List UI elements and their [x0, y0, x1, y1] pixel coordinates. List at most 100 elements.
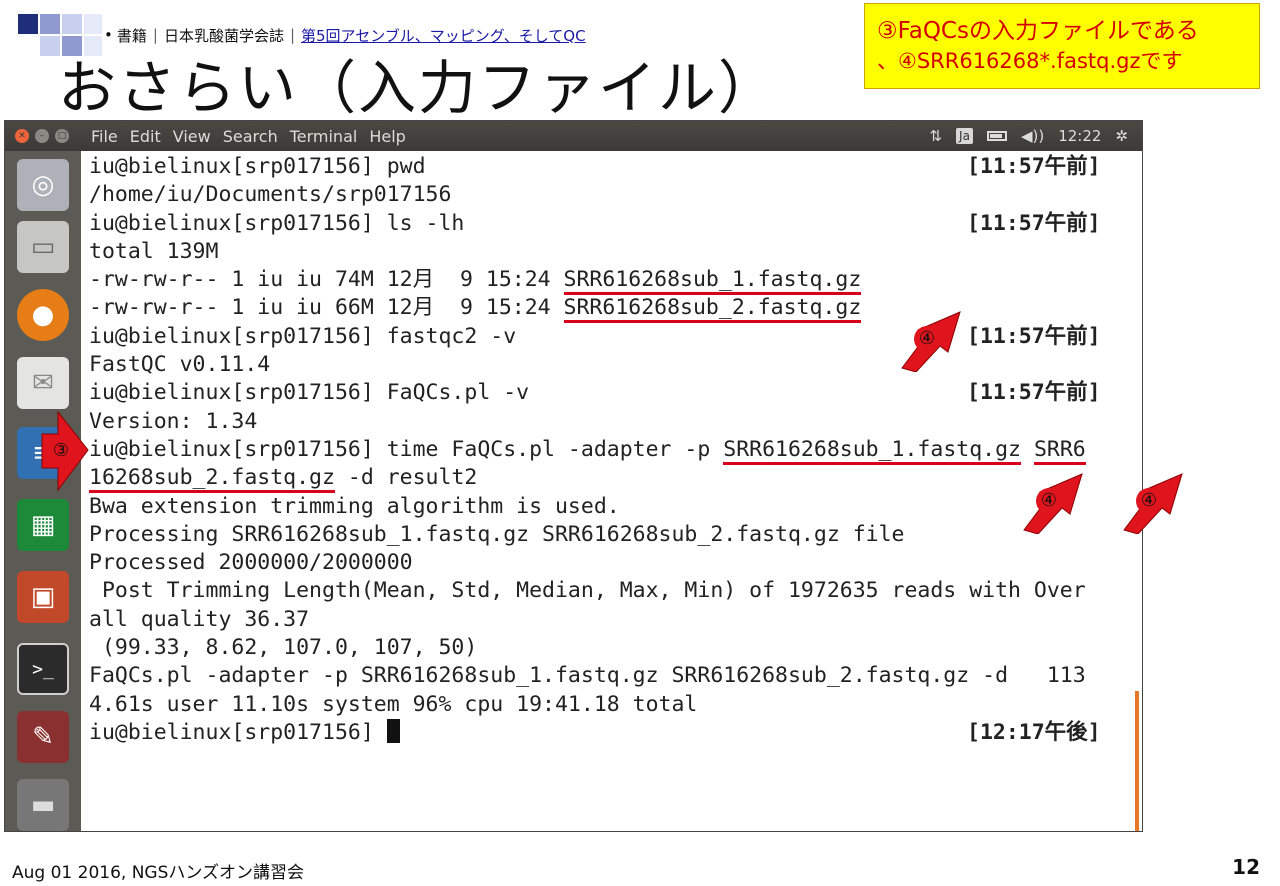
minimize-icon[interactable]: –	[35, 129, 49, 143]
system-indicators: ⇅ Ja ◀)) 12:22 ✲	[929, 121, 1128, 151]
line-text: -d result2	[334, 465, 478, 491]
line-text: total 139M	[89, 238, 219, 264]
ime-indicator[interactable]: Ja	[956, 128, 973, 144]
trash-icon[interactable]: ▬	[17, 779, 69, 831]
underlined-filename: 16268sub_2.fastq.gz	[89, 465, 335, 494]
underlined-filename: SRR616268sub_2.fastq.gz	[563, 295, 862, 324]
line-text: (99.33, 8.62, 107.0, 107, 50)	[89, 635, 478, 661]
clock[interactable]: 12:22	[1058, 127, 1101, 145]
line-text: Bwa extension trimming algorithm is used…	[89, 493, 620, 519]
terminal-line: FastQC v0.11.4	[89, 351, 1137, 379]
callout-box: ③FaQCsの入力ファイルである 、④SRR616268*.fastq.gzです	[864, 3, 1260, 89]
prompt-timestamp: [11:57午前]	[967, 323, 1101, 349]
menu-terminal[interactable]: Terminal	[290, 127, 358, 146]
prompt-timestamp: [11:57午前]	[967, 210, 1101, 236]
menu-help[interactable]: Help	[369, 127, 405, 146]
line-text: FaQCs.pl -adapter -p SRR616268sub_1.fast…	[89, 663, 1086, 689]
files-icon[interactable]: ▭	[17, 221, 69, 273]
terminal-line: 16268sub_2.fastq.gz -d result2	[89, 464, 1137, 494]
impress-icon[interactable]: ▣	[17, 571, 69, 623]
label-3: ③	[48, 438, 74, 464]
calc-icon[interactable]: ▦	[17, 499, 69, 551]
footer: Aug 01 2016, NGSハンズオン講習会	[12, 863, 305, 883]
line-text: Processed 2000000/2000000	[89, 550, 413, 576]
breadcrumb-item: 書籍	[116, 26, 147, 45]
prompt-timestamp: [12:17午後]	[967, 719, 1101, 745]
line-text: iu@bielinux[srp017156] FaQCs.pl -v	[89, 380, 530, 406]
page-number: 12	[1232, 855, 1260, 879]
label-4: ④	[1136, 488, 1162, 514]
terminal-line: total 139M	[89, 238, 1137, 266]
callout-line: ③FaQCsの入力ファイルである	[877, 18, 1199, 44]
line-text: Processing SRR616268sub_1.fastq.gz SRR61…	[89, 521, 905, 547]
line-text: Version: 1.34	[89, 408, 258, 434]
terminal-line: -rw-rw-r-- 1 iu iu 74M 12月 9 15:24 SRR61…	[89, 266, 1137, 296]
line-text: iu@bielinux[srp017156] ls -lh	[89, 210, 465, 236]
line-text: iu@bielinux[srp017156] pwd	[89, 154, 426, 179]
separator: |	[289, 26, 296, 44]
terminal-line: (99.33, 8.62, 107.0, 107, 50)	[89, 634, 1137, 662]
terminal-line: -rw-rw-r-- 1 iu iu 66M 12月 9 15:24 SRR61…	[89, 294, 1137, 324]
top-panel: ✕ – □ File Edit View Search Terminal Hel…	[5, 121, 1142, 151]
terminal-line: FaQCs.pl -adapter -p SRR616268sub_1.fast…	[89, 662, 1137, 690]
slide-decoration	[40, 14, 60, 34]
gear-icon[interactable]: ✲	[1115, 127, 1128, 145]
slide-decoration	[84, 14, 102, 34]
line-text: Post Trimming Length(Mean, Std, Median, …	[89, 578, 1086, 604]
maximize-icon[interactable]: □	[55, 129, 69, 143]
line-text: -rw-rw-r-- 1 iu iu 74M 12月 9 15:24	[89, 267, 564, 293]
menu-bar: File Edit View Search Terminal Help	[91, 127, 406, 146]
breadcrumb: • 書籍 | 日本乳酸菌学会誌 | 第5回アセンブル、マッピング、そしてQC	[104, 22, 586, 48]
close-icon[interactable]: ✕	[15, 129, 29, 143]
prompt-timestamp: [11:57午前]	[967, 380, 1101, 406]
cursor	[386, 718, 400, 743]
terminal-line: all quality 36.37	[89, 606, 1137, 634]
underlined-filename: SRR6	[1033, 436, 1086, 465]
separator: |	[152, 26, 158, 44]
line-text: 4.61s user 11.10s system 96% cpu 19:41.1…	[89, 691, 698, 717]
breadcrumb-item: 日本乳酸菌学会誌	[163, 26, 284, 45]
terminal-line: iu@bielinux[srp017156] fastqc2 -v [11:57午…	[89, 323, 1137, 351]
slide-decoration	[62, 14, 82, 34]
bullet: •	[104, 26, 113, 44]
terminal-line: iu@bielinux[srp017156] ls -lh [11:57午前]	[89, 210, 1137, 238]
line-text	[1021, 437, 1034, 462]
label-4: ④	[914, 326, 940, 352]
breadcrumb-link[interactable]: 第5回アセンブル、マッピング、そしてQC	[301, 25, 586, 46]
terminal-content[interactable]: iu@bielinux[srp017156] pwd [11:57午前] /home…	[85, 151, 1139, 831]
app-icon[interactable]: ✎	[17, 711, 69, 763]
battery-icon[interactable]	[986, 131, 1007, 141]
terminal-line: 4.61s user 11.10s system 96% cpu 19:41.1…	[89, 691, 1137, 719]
terminal-line: iu@bielinux[srp017156] pwd [11:57午前]	[89, 153, 1137, 181]
terminal-window: ✕ – □ File Edit View Search Terminal Hel…	[4, 120, 1143, 832]
scrollbar[interactable]	[1135, 691, 1139, 831]
ubuntu-logo-icon[interactable]: ◎	[17, 159, 69, 211]
prompt-timestamp: [11:57午前]	[967, 154, 1101, 179]
menu-view[interactable]: View	[173, 127, 211, 146]
line-text: /home/iu/Documents/srp017156	[89, 182, 452, 208]
menu-file[interactable]: File	[91, 127, 118, 146]
menu-search[interactable]: Search	[223, 127, 278, 146]
terminal-line: Processing SRR616268sub_1.fastq.gz SRR61…	[89, 521, 1137, 549]
menu-edit[interactable]: Edit	[130, 127, 161, 146]
mail-icon[interactable]: ✉	[17, 357, 69, 409]
line-text: iu@bielinux[srp017156] time FaQCs.pl -ad…	[89, 436, 724, 462]
line-text: iu@bielinux[srp017156] fastqc2 -v	[89, 323, 517, 349]
page-title: おさらい（入力ファイル）	[58, 54, 779, 122]
slide-decoration	[18, 14, 38, 34]
slide-decoration	[40, 36, 60, 56]
terminal-line: /home/iu/Documents/srp017156	[89, 181, 1137, 209]
line-text: -rw-rw-r-- 1 iu iu 66M 12月 9 15:24	[89, 295, 564, 321]
line-text: FastQC v0.11.4	[89, 352, 271, 378]
line-text: all quality 36.37	[89, 606, 310, 632]
terminal-icon[interactable]: >_	[17, 643, 69, 695]
network-icon[interactable]: ⇅	[929, 127, 942, 145]
terminal-line: Version: 1.34	[89, 408, 1137, 436]
firefox-icon[interactable]: ●	[17, 289, 69, 341]
terminal-line: iu@bielinux[srp017156] time FaQCs.pl -ad…	[89, 436, 1137, 465]
volume-icon[interactable]: ◀))	[1021, 127, 1044, 145]
terminal-line: iu@bielinux[srp017156] FaQCs.pl -v [11:57…	[89, 379, 1137, 407]
line-text: iu@bielinux[srp017156]	[89, 719, 387, 745]
callout-line: 、④SRR616268*.fastq.gzです	[877, 49, 1183, 73]
underlined-filename: SRR616268sub_1.fastq.gz	[563, 267, 862, 296]
